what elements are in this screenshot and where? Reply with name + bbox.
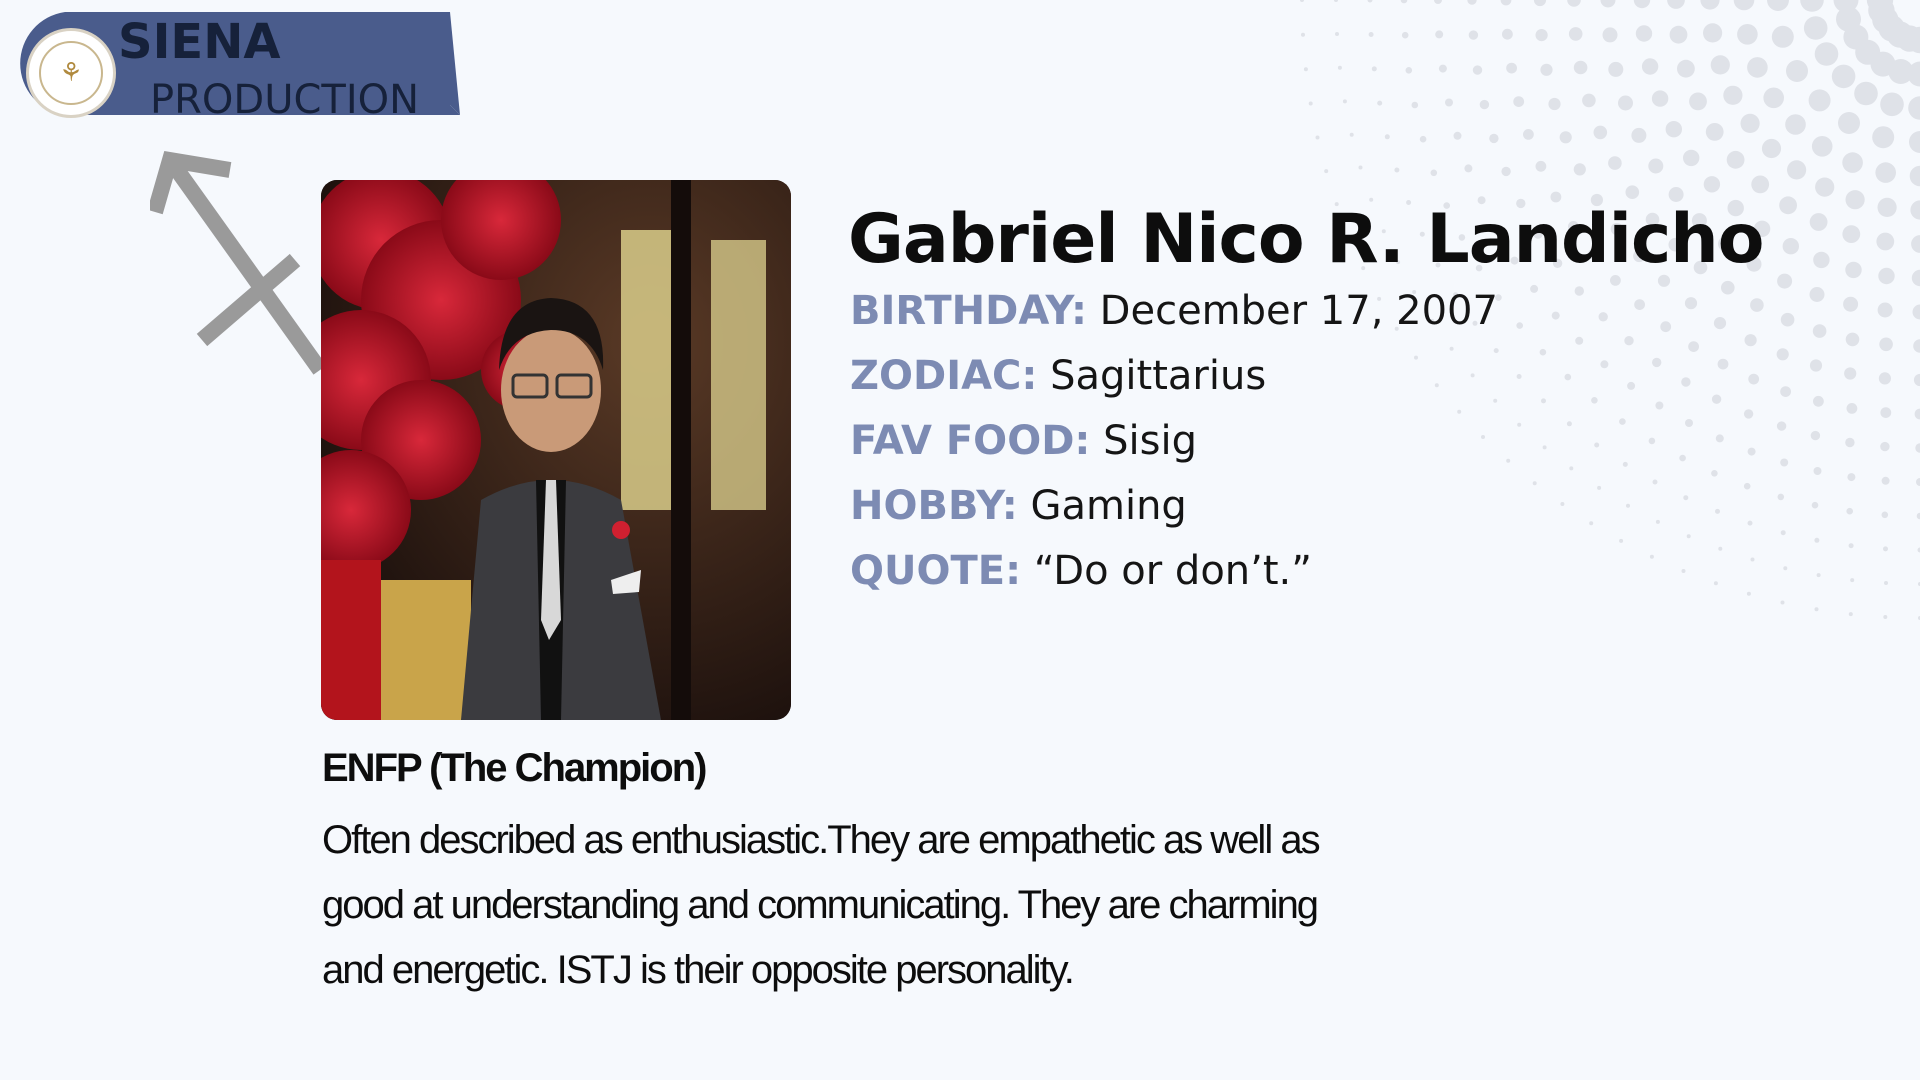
brand-title: SIENA	[118, 14, 281, 70]
fact-hobby: HOBBY: Gaming	[850, 483, 1187, 529]
fact-label: QUOTE:	[850, 548, 1022, 594]
profile-photo	[321, 180, 791, 720]
fact-value: Sagittarius	[1050, 353, 1267, 399]
fact-label: BIRTHDAY:	[850, 288, 1087, 334]
fact-birthday: BIRTHDAY: December 17, 2007	[850, 288, 1498, 334]
fact-label: HOBBY:	[850, 483, 1018, 529]
brand-subtitle: PRODUCTION	[150, 77, 420, 123]
fact-value: December 17, 2007	[1099, 288, 1498, 334]
fact-value: Sisig	[1103, 418, 1197, 464]
fact-quote: QUOTE: “Do or don’t.”	[850, 548, 1312, 594]
fact-value: Gaming	[1030, 483, 1187, 529]
fact-label: ZODIAC:	[850, 353, 1038, 399]
personality-type: ENFP (The Champion)	[322, 746, 707, 790]
personality-description: Often described as enthusiastic.They are…	[322, 818, 1321, 992]
fact-zodiac: ZODIAC: Sagittarius	[850, 353, 1266, 399]
fact-fav-food: FAV FOOD: Sisig	[850, 418, 1197, 464]
person-name: Gabriel Nico R. Landicho	[848, 200, 1764, 279]
fact-value: “Do or don’t.”	[1033, 548, 1312, 594]
school-seal-icon: ⚘	[26, 28, 116, 118]
sagittarius-symbol-icon	[150, 150, 327, 375]
fact-label: FAV FOOD:	[850, 418, 1091, 464]
siena-production-banner: ⚘ SIENA PRODUCTION	[10, 10, 462, 123]
